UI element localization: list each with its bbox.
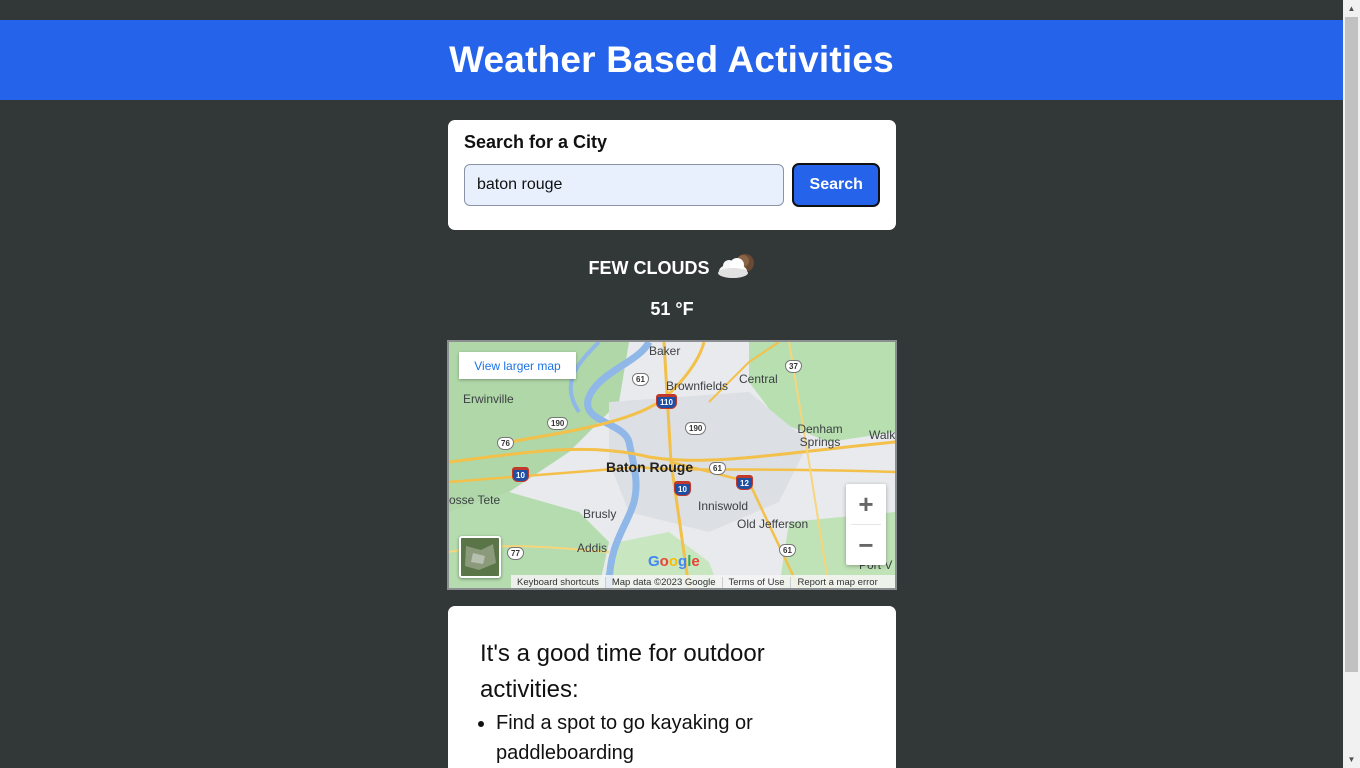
route-shield: 10 bbox=[512, 467, 529, 482]
map-place: Walk bbox=[869, 428, 896, 442]
zoom-out-button[interactable]: − bbox=[846, 525, 886, 565]
top-strip bbox=[0, 0, 1343, 20]
weather-condition: FEW CLOUDS bbox=[588, 257, 710, 278]
map-attribution: Keyboard shortcuts Map data ©2023 Google… bbox=[511, 575, 895, 588]
activities-heading: It's a good time for outdoor activities: bbox=[480, 640, 765, 703]
scroll-down-arrow[interactable]: ▼ bbox=[1343, 751, 1360, 768]
report-map-error-link[interactable]: Report a map error bbox=[791, 577, 883, 588]
weather-description: FEW CLOUDS bbox=[448, 254, 896, 282]
map-place: Erwinville bbox=[463, 392, 514, 406]
route-shield: 110 bbox=[656, 394, 677, 409]
app-header: Weather Based Activities bbox=[0, 20, 1343, 100]
temperature: 51 °F bbox=[650, 299, 694, 319]
keyboard-shortcuts-link[interactable]: Keyboard shortcuts bbox=[511, 577, 606, 588]
terms-of-use-link[interactable]: Terms of Use bbox=[723, 577, 792, 588]
scroll-thumb[interactable] bbox=[1345, 17, 1358, 672]
route-shield: 190 bbox=[547, 417, 569, 430]
view-larger-map-link[interactable]: View larger map bbox=[459, 352, 576, 379]
map-place: Central bbox=[739, 372, 778, 386]
city-map[interactable]: Baker Brownfields Central Erwinville Den… bbox=[447, 340, 897, 590]
search-card: Search for a City Search bbox=[448, 120, 896, 230]
route-shield: 61 bbox=[632, 373, 649, 386]
search-button[interactable]: Search bbox=[792, 163, 880, 207]
map-place: Brownfields bbox=[666, 379, 729, 393]
route-shield: 10 bbox=[674, 481, 691, 496]
route-shield: 61 bbox=[779, 544, 796, 557]
map-place: Old Jefferson bbox=[737, 517, 809, 531]
activity-item: Find a spot to go kayaking or paddleboar… bbox=[496, 708, 864, 768]
activities-card: It's a good time for outdoor activities:… bbox=[448, 606, 896, 768]
route-shield: 77 bbox=[507, 547, 524, 560]
map-place: Inniswold bbox=[698, 499, 749, 513]
city-search-input[interactable] bbox=[464, 164, 785, 206]
google-logo: Google bbox=[648, 553, 700, 570]
map-place: Baton Rouge bbox=[606, 459, 694, 475]
route-shield: 61 bbox=[709, 462, 726, 475]
map-data-text: Map data ©2023 Google bbox=[606, 577, 723, 588]
search-heading: Search for a City bbox=[464, 132, 608, 152]
few-clouds-icon bbox=[716, 252, 756, 280]
map-place: Brusly bbox=[583, 507, 617, 521]
page: Weather Based Activities Search for a Ci… bbox=[0, 0, 1343, 768]
activities-list: Find a spot to go kayaking or paddleboar… bbox=[496, 708, 864, 768]
route-shield: 37 bbox=[785, 360, 802, 373]
map-place: Baker bbox=[649, 344, 681, 358]
route-shield: 76 bbox=[497, 437, 514, 450]
satellite-toggle[interactable] bbox=[459, 536, 501, 578]
page-title: Weather Based Activities bbox=[449, 39, 894, 80]
page-scrollbar[interactable]: ▲ ▼ bbox=[1343, 0, 1360, 768]
zoom-in-button[interactable]: + bbox=[846, 484, 886, 524]
route-shield: 190 bbox=[685, 422, 707, 435]
map-place: osse Tete bbox=[449, 493, 501, 507]
search-row: Search bbox=[464, 163, 880, 207]
scroll-up-arrow[interactable]: ▲ bbox=[1343, 0, 1360, 17]
map-place: Denham Springs bbox=[797, 422, 843, 449]
zoom-controls: + − bbox=[846, 484, 886, 565]
map-place: Addis bbox=[577, 541, 608, 555]
route-shield: 12 bbox=[736, 475, 753, 490]
